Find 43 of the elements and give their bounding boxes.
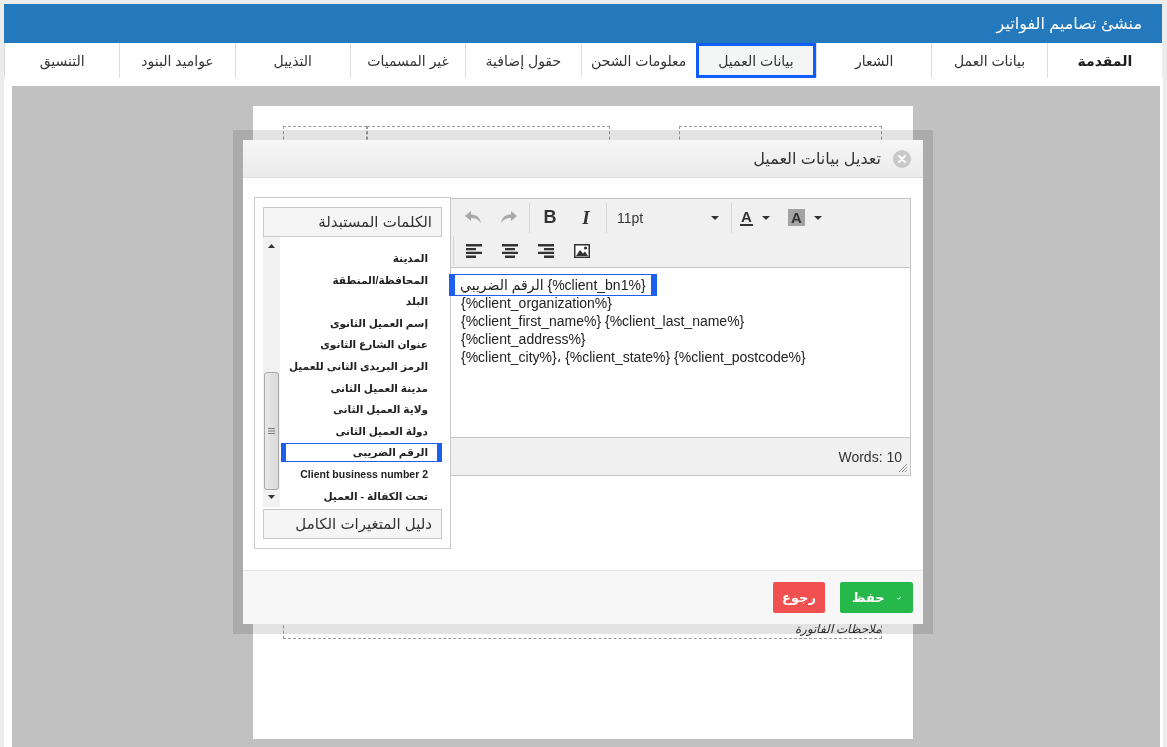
scrollbar[interactable] [263, 237, 280, 507]
caret-icon [761, 215, 770, 220]
align-left-icon [466, 243, 482, 258]
italic-button[interactable]: I [568, 202, 604, 233]
variable-item[interactable]: ولاية العميل الثانى [280, 399, 442, 421]
resize-grip-icon[interactable] [898, 463, 908, 473]
variable-item[interactable]: Client business number 2 [280, 463, 442, 486]
redo-icon [501, 211, 517, 224]
page-title: منشئ تصاميم الفواتير [996, 14, 1142, 33]
tab[interactable]: بيانات العميل [695, 43, 817, 78]
align-center-icon [502, 243, 518, 258]
scrollbar-thumb[interactable] [264, 372, 279, 490]
caret-icon [711, 215, 719, 220]
variable-item[interactable]: تحت الكفالة - العميل [280, 485, 442, 507]
variable-item[interactable]: المدينة [280, 248, 442, 270]
grip-icon [268, 428, 275, 434]
variables-heading: الكلمات المستبدلة [263, 207, 442, 237]
scroll-up-icon[interactable] [268, 244, 275, 248]
dialog-title: تعديل بيانات العميل [753, 149, 881, 168]
variable-item[interactable]: مدينة العميل الثانى [280, 377, 442, 400]
variable-item[interactable]: الرمز البريدى الثانى للعميل [280, 355, 442, 378]
variable-item[interactable]: إسم العميل الثانوى [280, 312, 442, 335]
background-color-button[interactable]: A [782, 202, 830, 233]
font-size-dropdown[interactable]: 11pt [609, 202, 729, 233]
caret-icon [813, 215, 822, 220]
variable-item[interactable]: دولة العميل الثانى [280, 420, 442, 443]
scroll-down-icon[interactable] [268, 495, 275, 499]
editor-text-line: {%client_city%}، {%client_state%} {%client_postcode%} [461, 348, 806, 366]
variable-item[interactable]: البلد [280, 291, 442, 313]
text-color-button[interactable]: A [734, 202, 782, 233]
variables-guide-button[interactable]: دليل المتغيرات الكامل [263, 509, 442, 539]
back-button[interactable]: رجوع [773, 582, 825, 613]
variable-item[interactable]: المحافظة/المنطقة [280, 269, 442, 292]
variable-item[interactable]: عنوان الشارع الثانوى [280, 334, 442, 356]
image-icon [574, 243, 590, 258]
word-count: Words: 10 [838, 448, 902, 465]
editor-text-line: {%client_address%} [461, 330, 586, 348]
align-right-icon [538, 243, 554, 258]
editor-text-line: {%client_first_name%} {%client_last_name%} [461, 312, 745, 330]
bold-button[interactable]: B [532, 202, 568, 233]
editor-text-line: {%client_organization%} [461, 294, 612, 312]
undo-icon [465, 211, 481, 224]
variable-item[interactable]: الرقم الضريبى [281, 443, 442, 463]
